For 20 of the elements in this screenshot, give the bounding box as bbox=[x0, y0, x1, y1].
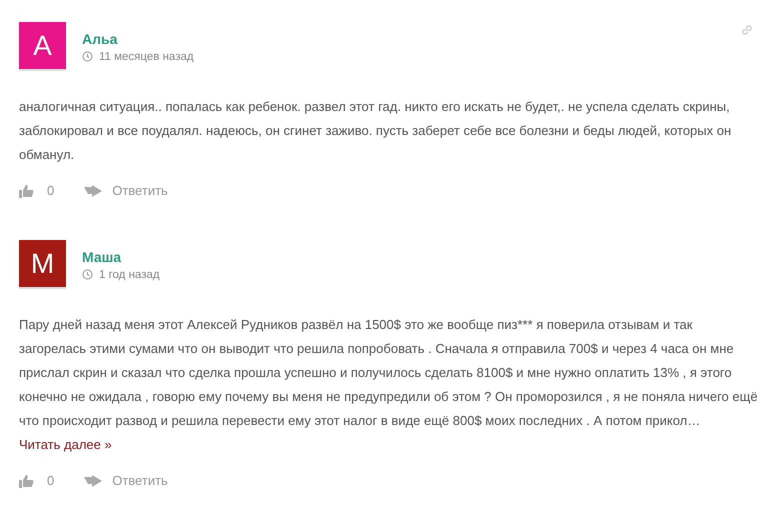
like-count: 0 bbox=[47, 473, 54, 488]
clock-icon bbox=[82, 51, 93, 62]
author-name: Альа bbox=[82, 30, 118, 46]
reply-button[interactable]: Ответить bbox=[84, 183, 168, 198]
like-count: 0 bbox=[47, 183, 54, 198]
avatar: М bbox=[19, 240, 66, 289]
thumbs-up-icon[interactable] bbox=[19, 184, 35, 198]
reply-arrow-icon bbox=[84, 184, 102, 196]
comment-text: аналогичная ситуация.. попалась как ребенок. развел этот гад. никто его искать не будет,. не успела сделать скрины, заблокировал и все поудалял. надеюсь, он сгинет заживо. пусть заберет себе все болезни и беды людей, которых он обманул. bbox=[19, 98, 732, 164]
comment-text: Пару дней назад меня этот Алексей Рудников развёл на 1500$ это же вообще пиз*** я поверила отзывам и так загорелась этими сумами что он выводит что решила попробовать . Сначала я отправила 700$ и через 4 часа он мне прислал скрин и сказал что сделка прошла успешно и получилось сделать 8100$ и мне нужно оплатить 13% , я этого конечно не ожидала , говорю ему почему вы меня не предупредили об этом ? Он проморозился , я не поняла ничего ещё что происходит развод и решила перевести ему этот налог в виде ещё 800$ моих последних . А потом прикол… Читать далее » bbox=[19, 316, 759, 454]
avatar: А bbox=[19, 22, 66, 71]
reply-arrow-icon bbox=[84, 474, 102, 486]
read-more-link[interactable]: Читать далее » bbox=[19, 437, 112, 452]
clock-icon bbox=[82, 269, 93, 280]
comment-time: 1 год назад bbox=[99, 268, 160, 280]
thumbs-up-icon[interactable] bbox=[19, 474, 35, 488]
reply-button[interactable]: Ответить bbox=[84, 473, 168, 488]
author-name: Маша bbox=[82, 248, 122, 264]
comment-time: 11 месяцев назад bbox=[99, 50, 194, 62]
link-icon[interactable] bbox=[741, 24, 753, 36]
